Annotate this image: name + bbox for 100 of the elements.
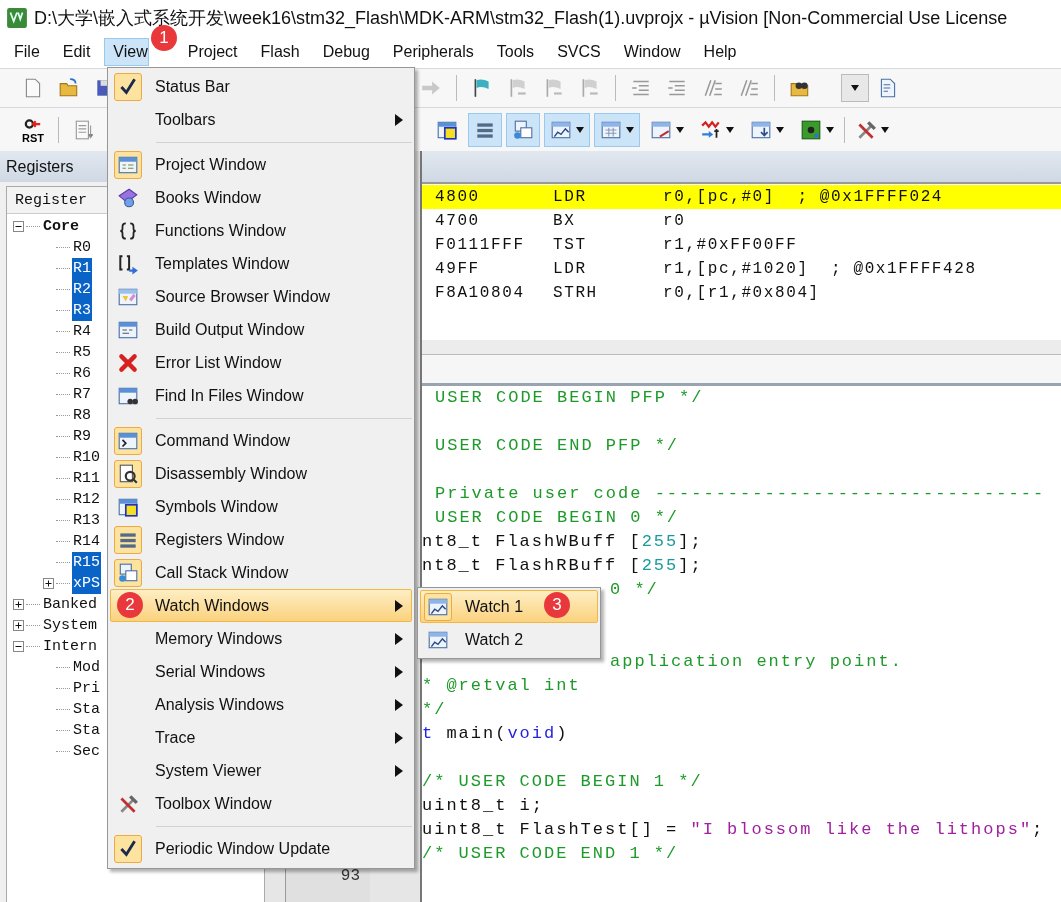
menu-item[interactable]: Registers Window <box>110 523 412 556</box>
tree-item[interactable]: R5 <box>72 342 92 363</box>
menu-item[interactable]: Memory Windows <box>110 622 412 655</box>
menu-item[interactable]: Watch 2 <box>420 623 598 656</box>
tree-item[interactable]: R9 <box>72 426 92 447</box>
expand-toggle[interactable] <box>13 620 24 631</box>
tree-item[interactable]: R14 <box>72 531 101 552</box>
menu-item[interactable]: Command Window <box>110 424 412 457</box>
menu-item[interactable]: Project Window <box>110 148 412 181</box>
submenu-arrow-icon <box>395 731 403 744</box>
tools-icon <box>855 118 877 141</box>
expand-toggle[interactable] <box>43 578 54 589</box>
menu-item[interactable]: Functions Window <box>110 214 412 247</box>
menu-item[interactable]: Periodic Window Update <box>110 832 412 865</box>
tree-item[interactable]: R12 <box>72 489 101 510</box>
tree-item[interactable]: Mod <box>72 657 101 678</box>
tree-item[interactable]: R2 <box>72 279 92 300</box>
code-line: nt8_t FlashRBuff [255]; <box>422 556 703 575</box>
code-line: uint8_t FlashTest[] = "I blossom like the lithops"; <box>422 820 1045 839</box>
code-line: * @retval int <box>422 676 581 695</box>
toolbar-button[interactable] <box>544 112 590 147</box>
disassembly-row[interactable]: F8A10804 STRH r0,[r1,#0x804] <box>422 281 1061 305</box>
menu-bar-item[interactable]: Peripherals <box>383 37 475 66</box>
menu-bar-item[interactable]: Edit <box>53 37 92 66</box>
tools-icon <box>117 792 139 815</box>
tree-item[interactable]: R1 <box>72 258 92 279</box>
menu-bar-item[interactable]: SVCS <box>548 37 602 66</box>
menu-item[interactable]: Toolbox Window <box>110 787 412 820</box>
code-line: application entry point. <box>610 652 903 671</box>
app-icon <box>6 6 28 29</box>
submenu-arrow-icon <box>395 113 403 126</box>
dropdown-button[interactable] <box>841 74 869 102</box>
tree-item[interactable]: R11 <box>72 468 101 489</box>
code-line: t main(void) <box>422 724 569 743</box>
menu-item[interactable]: System Viewer <box>110 754 412 787</box>
trace-icon <box>700 118 722 141</box>
panel-title: Registers <box>6 157 74 176</box>
menu-bar-item[interactable]: Window <box>614 37 682 66</box>
tree-item[interactable]: Intern <box>42 636 98 657</box>
tree-item[interactable]: Core <box>42 216 80 237</box>
tree-item[interactable]: xPS <box>72 573 101 594</box>
tree-item[interactable]: Sta <box>72 699 101 720</box>
tree-item[interactable]: R10 <box>72 447 101 468</box>
tree-item[interactable]: R7 <box>72 384 92 405</box>
menu-item[interactable]: Templates Window <box>110 247 412 280</box>
line-number: 93 <box>340 867 360 885</box>
comment-icon[interactable] <box>738 77 760 99</box>
menu-item[interactable]: Find In Files Window <box>110 379 412 412</box>
expand-toggle[interactable] <box>13 599 24 610</box>
menu-bar-item[interactable]: File <box>5 37 41 66</box>
disassembly-row[interactable]: 4800 LDR r0,[pc,#0] ; @0x1FFFF024 <box>422 185 1061 209</box>
menu-item[interactable]: Analysis Windows <box>110 688 412 721</box>
code-line: /* USER CODE END 1 */ <box>422 844 679 863</box>
menu-item[interactable]: Trace <box>110 721 412 754</box>
tree-item[interactable]: Sta <box>72 720 101 741</box>
tree-item[interactable]: R15 <box>72 552 101 573</box>
menu-bar-item[interactable]: Help <box>694 37 738 66</box>
tree-item[interactable]: Sec <box>72 741 101 762</box>
disassembly-row[interactable]: 4700 BX r0 <box>422 209 1061 233</box>
submenu-arrow-icon <box>395 665 403 678</box>
tree-item[interactable]: R4 <box>72 321 92 342</box>
menu-item[interactable]: Books Window <box>110 181 412 214</box>
menu-item[interactable]: Toolbars <box>110 103 412 136</box>
menu-item[interactable]: Call Stack Window <box>110 556 412 589</box>
folder-icon[interactable] <box>58 77 80 99</box>
menu-item[interactable]: Source Browser Window <box>110 280 412 313</box>
menu-bar-item[interactable]: Tools <box>487 37 536 66</box>
expand-toggle[interactable] <box>13 221 24 232</box>
menu-item[interactable]: Disassembly Window <box>110 457 412 490</box>
call-stack-icon <box>512 118 534 141</box>
code-line: Private user code -------------------------------- <box>435 484 1046 503</box>
menu-bar-item[interactable]: View <box>104 37 149 66</box>
code-line: USER CODE BEGIN PFP */ <box>435 388 704 407</box>
chip-icon <box>800 118 822 141</box>
menu-bar-item[interactable]: Debug <box>313 37 371 66</box>
menu-item[interactable]: Error List Window <box>110 346 412 379</box>
code-line: uint8_t i; <box>422 796 545 815</box>
code-line: USER CODE BEGIN 0 */ <box>435 508 680 527</box>
menu-item[interactable]: Status Bar <box>110 70 412 103</box>
tree-item[interactable]: Banked <box>42 594 98 615</box>
list-document-icon[interactable] <box>73 118 95 141</box>
disassembly-row[interactable]: 49FF LDR r1,[pc,#1020] ; @0x1FFFF428 <box>422 257 1061 281</box>
menu-item[interactable]: Build Output Window <box>110 313 412 346</box>
disassembly-row[interactable]: F0111FFF TST r1,#0xFF00FF <box>422 233 1061 257</box>
menu-bar-item[interactable]: Project <box>178 37 239 66</box>
expand-toggle[interactable] <box>13 641 24 652</box>
comment-icon[interactable] <box>702 77 724 99</box>
tree-item[interactable]: Pri <box>72 678 101 699</box>
menu-item[interactable]: Serial Windows <box>110 655 412 688</box>
menu-bar-item[interactable]: Flash <box>251 37 301 66</box>
tree-item[interactable]: System <box>42 615 98 636</box>
tree-item[interactable]: R3 <box>72 300 92 321</box>
reset-button[interactable]: RST <box>22 115 44 144</box>
bracket-arrow-icon <box>117 252 139 275</box>
tree-item[interactable]: R8 <box>72 405 92 426</box>
menu-item[interactable]: Symbols Window <box>110 490 412 523</box>
tree-item[interactable]: R13 <box>72 510 101 531</box>
code-line: */ <box>422 700 447 719</box>
tree-item[interactable]: R0 <box>72 237 92 258</box>
tree-item[interactable]: R6 <box>72 363 92 384</box>
